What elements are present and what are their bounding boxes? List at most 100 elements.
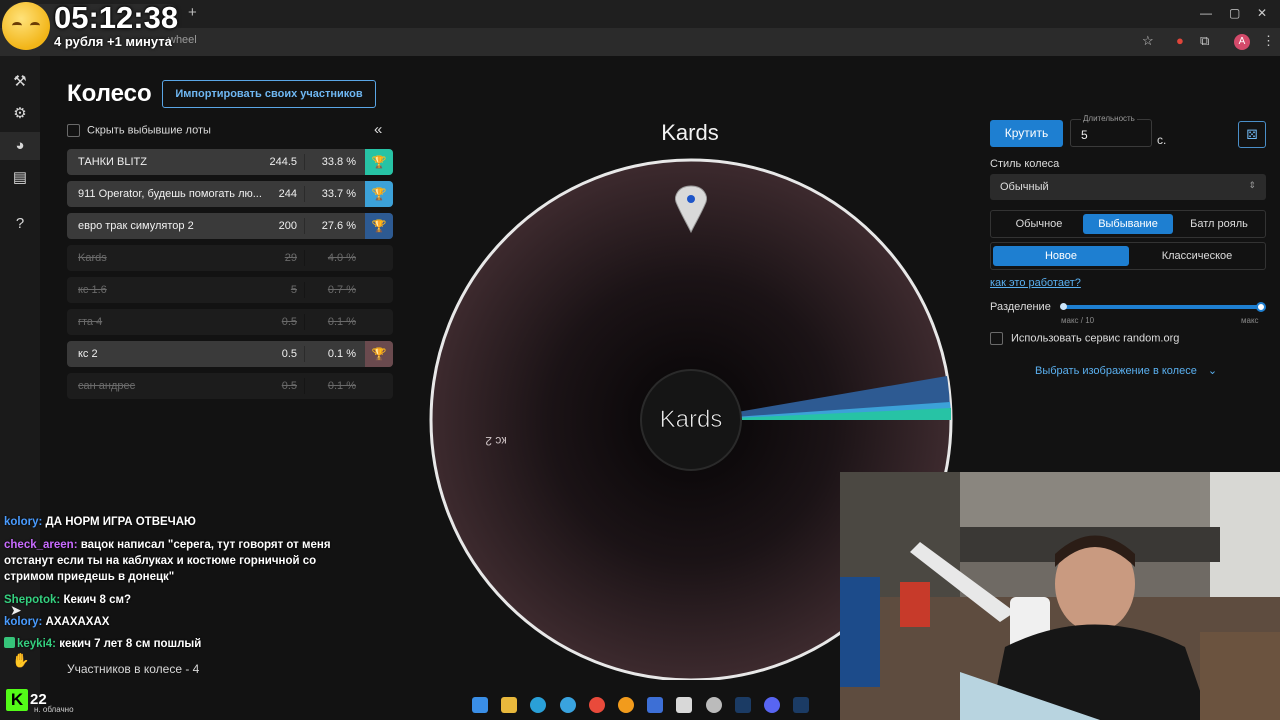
lot-name: ТАНКИ BLITZ bbox=[78, 156, 147, 168]
lot-name: 911 Operator, будешь помогать лю... bbox=[78, 188, 262, 200]
lot-name: сан андрес bbox=[78, 380, 136, 392]
chat-nick: keyki4: bbox=[17, 638, 57, 650]
avatar[interactable]: A bbox=[1234, 34, 1250, 50]
tab-mode-normal[interactable]: Обычное bbox=[997, 214, 1081, 234]
lot-amount[interactable]: 0.5 bbox=[282, 380, 297, 392]
lot-percent: 0.7 % bbox=[327, 284, 356, 296]
lot-amount[interactable]: 5 bbox=[291, 284, 297, 296]
edge-icon[interactable] bbox=[530, 697, 546, 713]
star-icon[interactable]: ☆ bbox=[1142, 33, 1154, 49]
split-slider-max-thumb[interactable] bbox=[1256, 302, 1266, 312]
lot-percent: 33.8 % bbox=[321, 156, 356, 168]
lot-amount[interactable]: 0.5 bbox=[282, 348, 297, 360]
lot-amount[interactable]: 244.5 bbox=[269, 156, 297, 168]
browser-tab-strip: + — ▢ ✕ bbox=[0, 0, 1280, 28]
trophy-icon[interactable]: 🏆 bbox=[365, 181, 393, 207]
emoji-face-icon bbox=[2, 2, 50, 50]
chrome-icon[interactable] bbox=[589, 697, 605, 713]
badge-icon bbox=[4, 637, 15, 648]
double-chevron-left-icon[interactable]: « bbox=[374, 121, 382, 138]
stream-timer: 05:12:38 bbox=[54, 0, 179, 35]
app-icon[interactable] bbox=[618, 697, 634, 713]
lot-row[interactable]: евро трак симулятор 2 200 27.6 % 🏆 bbox=[67, 213, 393, 239]
hide-finished-checkbox[interactable] bbox=[67, 124, 80, 137]
lot-row[interactable]: кс 1.6 5 0.7 % bbox=[67, 277, 393, 303]
address-bar[interactable]: wheel ☆ ● ⧉ A ⋮ bbox=[0, 28, 1280, 56]
lot-row[interactable]: ТАНКИ BLITZ 244.5 33.8 % 🏆 bbox=[67, 149, 393, 175]
import-participants-button[interactable]: Импортировать своих участников bbox=[162, 80, 376, 108]
puzzle-icon[interactable]: ⧉ bbox=[1200, 33, 1209, 49]
tab-mode-elimination[interactable]: Выбывание bbox=[1083, 214, 1173, 234]
wheel-icon[interactable]: ◕ bbox=[8, 134, 32, 158]
lot-row[interactable]: 911 Operator, будешь помогать лю... 244 33… bbox=[67, 181, 393, 207]
gavel-icon[interactable]: ⚒ bbox=[8, 70, 32, 94]
tab-mode-battle-royale[interactable]: Батл рояль bbox=[1177, 214, 1261, 234]
page-title: Колесо bbox=[67, 80, 152, 107]
steam-icon[interactable] bbox=[735, 697, 751, 713]
telegram-icon: ➤ bbox=[10, 602, 22, 618]
lot-amount[interactable]: 29 bbox=[285, 252, 297, 264]
lot-row[interactable]: Kards 29 4.0 % bbox=[67, 245, 393, 271]
trophy-icon[interactable]: 🏆 bbox=[365, 341, 393, 367]
choose-image-button[interactable]: Выбрать изображение в колесе ⌄ bbox=[1035, 364, 1217, 377]
dice-icon[interactable]: ⚄ bbox=[1238, 121, 1266, 148]
more-icon[interactable]: ⋮ bbox=[1262, 33, 1275, 49]
wheel-style-select[interactable]: Обычный ⇕ bbox=[990, 174, 1266, 200]
timer-rule: 4 рубля +1 минута bbox=[54, 34, 172, 49]
notes-icon[interactable] bbox=[676, 697, 692, 713]
chat-message: keyki4: кекич 7 лет 8 см пошлый bbox=[4, 636, 344, 652]
lot-percent: 0.1 % bbox=[327, 316, 356, 328]
chevron-down-icon: ⌄ bbox=[1207, 365, 1218, 377]
split-slider-min-thumb[interactable] bbox=[1060, 303, 1067, 310]
lot-name: гта 4 bbox=[78, 316, 103, 328]
lot-amount[interactable]: 200 bbox=[279, 220, 297, 232]
trophy-icon[interactable]: 🏆 bbox=[365, 213, 393, 239]
split-min-label: макс / 10 bbox=[1061, 316, 1095, 325]
split-slider[interactable] bbox=[1062, 305, 1262, 309]
hide-finished-toggle[interactable]: Скрыть выбывшие лоты bbox=[67, 124, 211, 137]
obs-icon[interactable] bbox=[706, 697, 722, 713]
lot-amount[interactable]: 0.5 bbox=[282, 316, 297, 328]
stats-icon[interactable] bbox=[647, 697, 663, 713]
discord-icon[interactable] bbox=[764, 697, 780, 713]
tab-submode-classic[interactable]: Классическое bbox=[1131, 246, 1263, 266]
tab-submode-new[interactable]: Новое bbox=[993, 246, 1129, 266]
lot-divider bbox=[304, 186, 305, 202]
split-label: Разделение bbox=[990, 301, 1051, 313]
lot-divider bbox=[304, 218, 305, 234]
lot-percent: 33.7 % bbox=[321, 188, 356, 200]
updown-icon: ⇕ bbox=[1248, 180, 1256, 190]
participants-count: Участников в колесе - 4 bbox=[67, 662, 200, 676]
steam-second-icon[interactable] bbox=[793, 697, 809, 713]
telegram-taskbar-icon[interactable] bbox=[560, 697, 576, 713]
random-org-toggle[interactable]: Использовать сервис random.org bbox=[990, 332, 1179, 345]
folder-icon[interactable] bbox=[501, 697, 517, 713]
duration-input[interactable]: 5 bbox=[1070, 119, 1152, 147]
submode-switch: Новое Классическое bbox=[990, 242, 1266, 270]
new-tab-icon[interactable]: + bbox=[188, 4, 197, 21]
lot-row[interactable]: кс 2 0.5 0.1 % 🏆 bbox=[67, 341, 393, 367]
spin-button[interactable]: Крутить bbox=[990, 120, 1063, 147]
windows-start-icon[interactable] bbox=[472, 697, 488, 713]
lot-row[interactable]: гта 4 0.5 0.1 % bbox=[67, 309, 393, 335]
lot-amount[interactable]: 244 bbox=[279, 188, 297, 200]
lot-name: Kards bbox=[78, 252, 107, 264]
lot-row[interactable]: сан андрес 0.5 0.1 % bbox=[67, 373, 393, 399]
minimize-icon[interactable]: — bbox=[1200, 6, 1212, 20]
taskbar bbox=[460, 690, 840, 720]
chat-nick: check_areen: bbox=[4, 539, 78, 551]
how-it-works-link[interactable]: как это работает? bbox=[990, 277, 1081, 289]
maximize-icon[interactable]: ▢ bbox=[1229, 6, 1240, 20]
extension-icon[interactable]: ● bbox=[1176, 33, 1184, 48]
help-icon[interactable]: ? bbox=[8, 212, 32, 236]
lot-divider bbox=[304, 314, 305, 330]
lot-divider bbox=[304, 378, 305, 394]
lot-divider bbox=[304, 282, 305, 298]
duration-unit: с. bbox=[1157, 133, 1167, 147]
close-icon[interactable]: ✕ bbox=[1257, 6, 1267, 20]
trophy-icon[interactable]: 🏆 bbox=[365, 149, 393, 175]
gear-icon[interactable]: ⚙ bbox=[8, 102, 32, 126]
pointer-dot bbox=[687, 195, 695, 203]
random-org-checkbox[interactable] bbox=[990, 332, 1003, 345]
clipboard-icon[interactable]: ▤ bbox=[8, 166, 32, 190]
